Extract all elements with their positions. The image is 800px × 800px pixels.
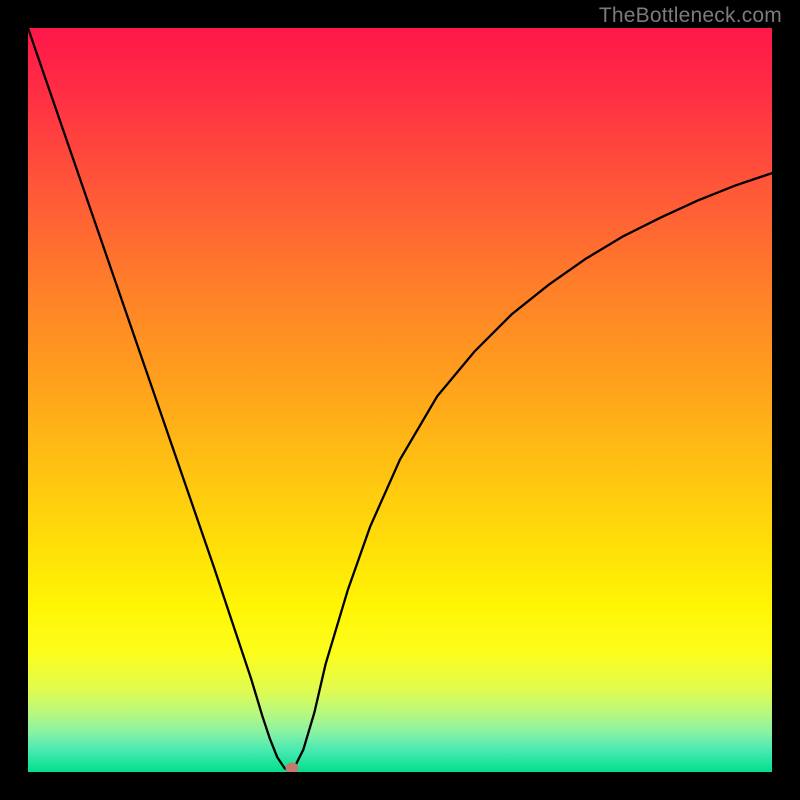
chart-frame: TheBottleneck.com: [0, 0, 800, 800]
optimal-point-marker: [286, 763, 299, 773]
plot-area: [28, 28, 772, 772]
watermark-text: TheBottleneck.com: [599, 4, 782, 28]
bottleneck-curve: [28, 28, 772, 772]
